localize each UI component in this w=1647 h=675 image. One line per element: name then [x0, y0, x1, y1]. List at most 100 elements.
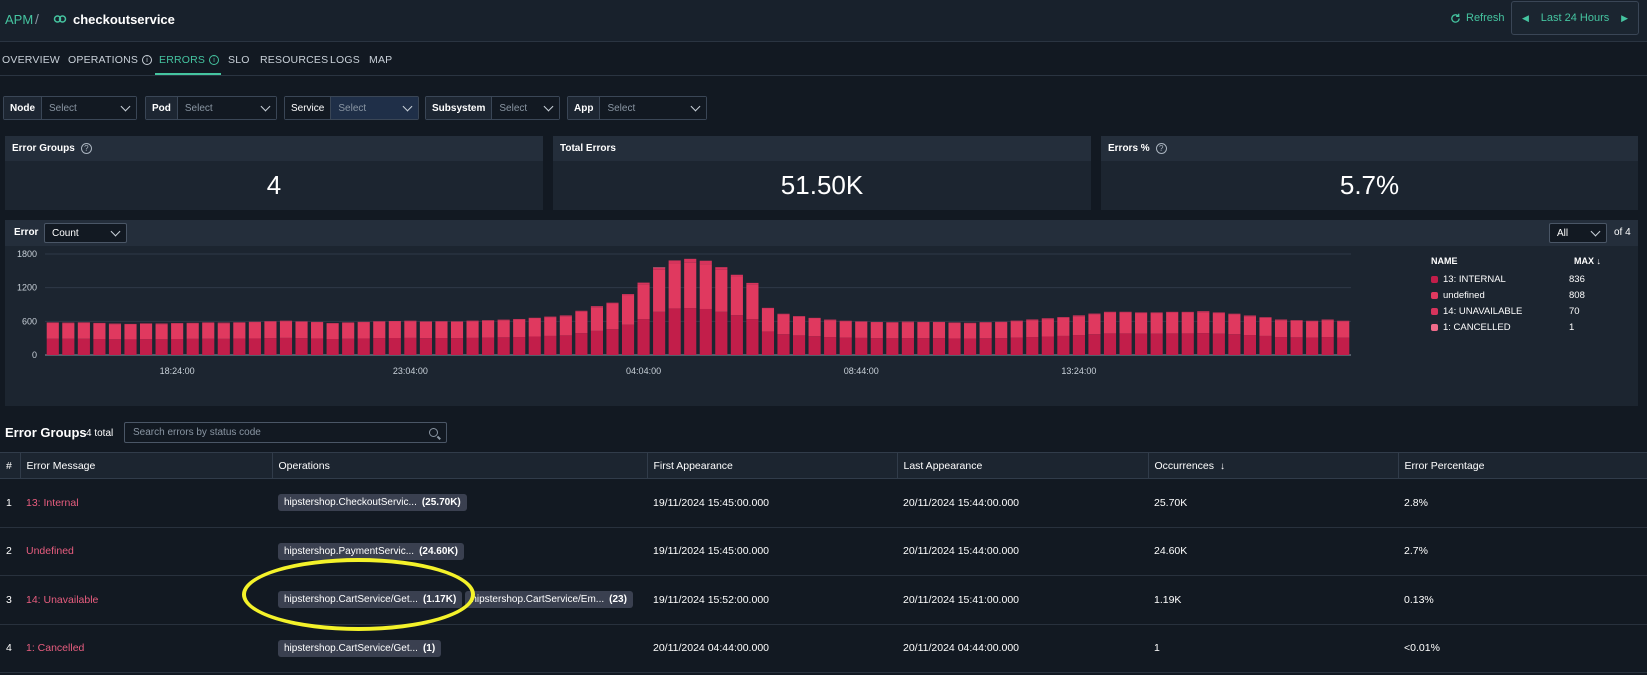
bar-segment[interactable]: [435, 338, 448, 355]
bar-segment[interactable]: [964, 323, 977, 339]
bar-segment[interactable]: [1212, 333, 1225, 355]
bar-segment[interactable]: [466, 321, 479, 338]
bar-segment[interactable]: [1166, 333, 1179, 355]
bar-segment[interactable]: [777, 334, 790, 355]
bar-segment[interactable]: [497, 337, 510, 355]
bar-segment[interactable]: [886, 322, 899, 323]
bar-segment[interactable]: [621, 324, 635, 355]
bar-segment[interactable]: [435, 321, 448, 322]
bar-segment[interactable]: [1337, 320, 1350, 322]
bar-segment[interactable]: [870, 338, 883, 355]
bar-segment[interactable]: [932, 321, 946, 323]
bar-segment[interactable]: [497, 320, 510, 338]
bar-segment[interactable]: [932, 338, 946, 355]
bar-segment[interactable]: [792, 335, 806, 355]
bar-segment[interactable]: [808, 336, 821, 355]
tab-logs[interactable]: LOGS: [330, 54, 360, 66]
help-icon[interactable]: ?: [80, 143, 92, 154]
bar-segment[interactable]: [699, 264, 712, 309]
bar-segment[interactable]: [1072, 335, 1085, 355]
bar-segment[interactable]: [544, 317, 557, 336]
bar-segment[interactable]: [1228, 314, 1241, 335]
bar-segment[interactable]: [808, 317, 821, 319]
bar-segment[interactable]: [1212, 312, 1225, 314]
metric-dropdown[interactable]: Count: [44, 223, 127, 243]
bar-segment[interactable]: [839, 321, 852, 338]
bar-segment[interactable]: [606, 329, 619, 355]
bar-segment[interactable]: [155, 323, 168, 325]
bar-segment[interactable]: [917, 338, 930, 355]
bar-segment[interactable]: [575, 310, 588, 312]
bar-segment[interactable]: [995, 338, 1008, 355]
series-filter-dropdown[interactable]: All: [1549, 223, 1607, 243]
bar-segment[interactable]: [342, 323, 355, 339]
bar-segment[interactable]: [248, 321, 261, 323]
table-row[interactable]: 1 13: Internal hipstershop.CheckoutServi…: [0, 478, 1647, 528]
bar-segment[interactable]: [1259, 317, 1272, 336]
bar-segment[interactable]: [715, 311, 728, 355]
bar-segment[interactable]: [653, 311, 666, 355]
bar-segment[interactable]: [248, 322, 261, 339]
bar-segment[interactable]: [279, 320, 293, 322]
bar-segment[interactable]: [77, 338, 90, 355]
bar-segment[interactable]: [1119, 311, 1132, 313]
bar-segment[interactable]: [1228, 334, 1241, 355]
bar-segment[interactable]: [964, 338, 977, 355]
bar-segment[interactable]: [77, 322, 90, 324]
tab-overview[interactable]: OVERVIEW: [2, 54, 60, 66]
bar-segment[interactable]: [171, 323, 184, 324]
bar-segment[interactable]: [621, 294, 635, 296]
bar-segment[interactable]: [311, 322, 324, 339]
bar-segment[interactable]: [482, 337, 495, 355]
bar-segment[interactable]: [108, 339, 122, 355]
bar-segment[interactable]: [1274, 319, 1288, 321]
bar-segment[interactable]: [1026, 319, 1039, 321]
bar-segment[interactable]: [684, 262, 697, 309]
bar-segment[interactable]: [746, 284, 759, 320]
bar-segment[interactable]: [1026, 337, 1039, 355]
bar-segment[interactable]: [839, 320, 852, 322]
legend-item-undefined[interactable]: undefined 808: [1431, 287, 1631, 303]
bar-segment[interactable]: [1088, 313, 1101, 315]
bar-segment[interactable]: [575, 311, 588, 334]
bar-segment[interactable]: [1212, 313, 1225, 334]
bar-segment[interactable]: [964, 322, 977, 324]
bar-segment[interactable]: [1150, 333, 1163, 355]
bar-segment[interactable]: [808, 318, 821, 337]
bar-segment[interactable]: [295, 321, 308, 339]
bar-segment[interactable]: [1166, 311, 1179, 313]
bar-segment[interactable]: [668, 308, 681, 355]
bar-segment[interactable]: [528, 317, 541, 319]
bar-segment[interactable]: [124, 324, 137, 340]
bar-segment[interactable]: [248, 338, 261, 355]
error-message-link[interactable]: Undefined: [20, 527, 272, 576]
bar-segment[interactable]: [528, 318, 541, 337]
bar-segment[interactable]: [995, 321, 1008, 323]
bar-segment[interactable]: [590, 306, 604, 308]
bar-segment[interactable]: [1041, 319, 1054, 337]
pod-select[interactable]: Select: [177, 97, 276, 119]
bar-segment[interactable]: [264, 321, 277, 322]
bar-segment[interactable]: [777, 313, 790, 315]
bar-segment[interactable]: [684, 308, 697, 355]
bar-segment[interactable]: [699, 260, 712, 265]
bar-segment[interactable]: [792, 316, 806, 317]
bar-segment[interactable]: [295, 321, 308, 322]
bar-segment[interactable]: [1088, 334, 1101, 355]
bar-segment[interactable]: [124, 339, 137, 355]
bar-segment[interactable]: [932, 322, 946, 339]
bar-segment[interactable]: [233, 338, 246, 355]
bar-segment[interactable]: [435, 321, 448, 339]
bar-segment[interactable]: [217, 323, 230, 339]
bar-segment[interactable]: [482, 320, 495, 321]
bar-segment[interactable]: [450, 321, 464, 339]
bar-segment[interactable]: [1259, 317, 1272, 318]
error-search-input[interactable]: Search errors by status code: [124, 422, 447, 443]
bar-segment[interactable]: [855, 337, 868, 355]
subsystem-select[interactable]: Select: [492, 97, 559, 119]
bar-segment[interactable]: [1135, 312, 1148, 314]
bar-segment[interactable]: [995, 322, 1008, 339]
pod-filter[interactable]: Pod Select: [145, 96, 277, 120]
bar-segment[interactable]: [979, 322, 992, 323]
bar-segment[interactable]: [404, 337, 417, 355]
